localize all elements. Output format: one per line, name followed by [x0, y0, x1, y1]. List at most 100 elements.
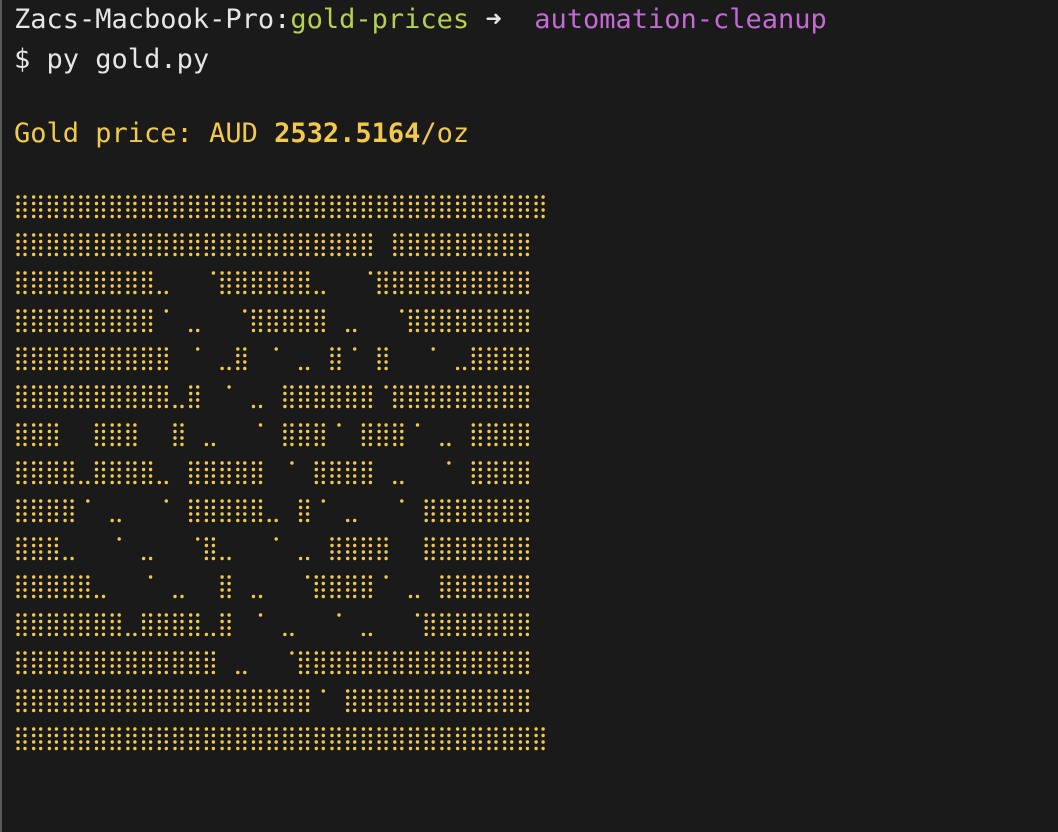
art-dot	[431, 201, 435, 206]
art-dot	[321, 195, 325, 199]
art-dot	[510, 581, 514, 586]
art-dot	[518, 746, 523, 751]
art-dot	[141, 689, 146, 693]
art-dot	[101, 670, 106, 675]
art-dot	[283, 208, 287, 212]
art-dot	[79, 581, 83, 586]
art-dot	[337, 461, 341, 465]
art-dot	[298, 246, 303, 250]
art-dot	[283, 442, 287, 447]
art-dot	[126, 233, 130, 237]
art-dot	[518, 328, 523, 333]
art-dot	[79, 588, 83, 592]
art-dot	[243, 246, 247, 250]
art-dot	[377, 284, 381, 288]
art-dot	[32, 366, 36, 371]
art-dot	[126, 284, 130, 288]
art-dot	[126, 702, 130, 706]
art-dot	[148, 239, 153, 244]
art-dot	[377, 537, 381, 541]
art-dot	[478, 461, 482, 465]
art-dot	[525, 695, 530, 700]
art-dot	[110, 208, 114, 212]
art-dot	[227, 239, 231, 244]
art-dot	[86, 195, 90, 199]
art-dot	[455, 290, 460, 295]
art-dot	[487, 328, 491, 333]
art-dot	[503, 271, 507, 275]
art-dot	[47, 429, 52, 434]
art-dot	[478, 670, 482, 675]
art-dot	[32, 208, 36, 212]
art-dot	[126, 195, 130, 199]
art-dot	[94, 461, 99, 465]
art-dot	[478, 353, 482, 358]
art-dot	[447, 309, 451, 313]
art-dot	[148, 252, 153, 257]
art-dot	[361, 239, 366, 244]
art-dot	[227, 746, 231, 751]
art-dot	[518, 499, 523, 503]
art-dot	[503, 195, 507, 199]
art-dot	[101, 664, 106, 668]
art-dot	[189, 474, 193, 478]
art-dot	[79, 246, 83, 250]
art-dot	[70, 708, 74, 713]
art-dot	[393, 429, 397, 434]
art-dot	[462, 366, 467, 371]
art-dot	[455, 670, 460, 675]
art-dot	[47, 277, 52, 282]
art-dot	[117, 347, 121, 351]
art-dot	[361, 474, 366, 478]
art-dot	[503, 651, 507, 655]
art-dot	[478, 664, 482, 668]
art-dot	[23, 740, 27, 744]
art-dot	[431, 550, 435, 554]
art-dot	[94, 385, 99, 389]
command-line[interactable]: $ py gold.py	[14, 40, 209, 80]
art-dot	[101, 208, 106, 212]
art-dot	[447, 727, 451, 731]
art-dot	[447, 505, 451, 510]
art-dot	[148, 233, 153, 237]
art-dot	[70, 201, 74, 206]
art-dot	[330, 208, 334, 212]
art-dot	[518, 429, 523, 434]
art-dot	[94, 651, 99, 655]
art-dot	[47, 201, 52, 206]
art-dot	[70, 347, 74, 351]
art-dot	[525, 746, 530, 751]
art-dot	[32, 239, 36, 244]
art-dot	[393, 733, 397, 738]
art-dot	[32, 575, 36, 579]
art-dot	[525, 360, 530, 364]
art-dot	[431, 733, 435, 738]
art-dot	[32, 480, 36, 485]
art-dot	[236, 740, 240, 744]
art-dot	[243, 702, 247, 706]
art-dot	[440, 385, 444, 389]
art-dot	[251, 695, 256, 700]
art-dot	[39, 702, 43, 706]
art-dot	[525, 733, 530, 738]
art-dot	[180, 632, 184, 637]
art-dot	[478, 442, 482, 447]
art-dot	[211, 208, 216, 212]
art-dot	[353, 581, 357, 586]
art-dot	[478, 594, 482, 599]
art-dot	[180, 702, 184, 706]
art-dot	[211, 201, 216, 206]
art-dot	[16, 239, 20, 244]
art-dot	[415, 695, 420, 700]
art-dot	[274, 284, 278, 288]
art-dot	[503, 360, 507, 364]
art-dot	[440, 499, 444, 503]
art-dot	[220, 233, 224, 237]
art-dot	[330, 353, 334, 358]
art-dot	[330, 391, 334, 396]
art-dot	[440, 442, 444, 447]
art-dot	[494, 423, 498, 427]
art-dot	[63, 581, 67, 586]
art-dot	[117, 271, 121, 275]
art-dot	[164, 239, 168, 244]
